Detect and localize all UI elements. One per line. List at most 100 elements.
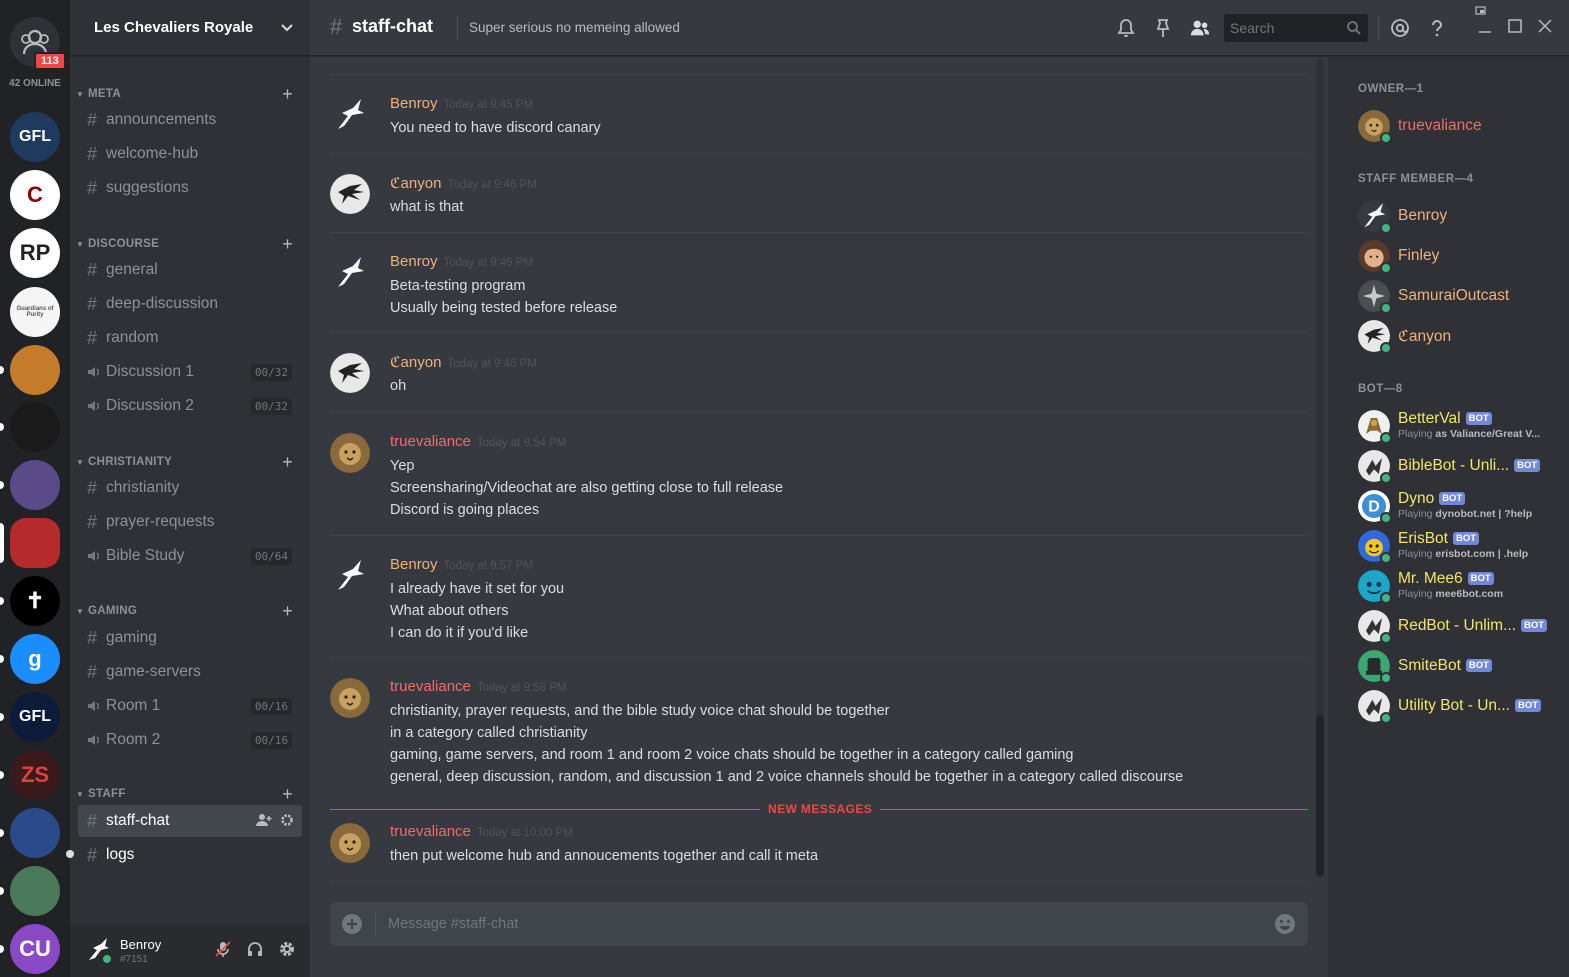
- channel-logs[interactable]: # logs: [66, 839, 302, 871]
- server-icon[interactable]: g: [10, 634, 60, 684]
- headphones-icon[interactable]: [246, 940, 264, 958]
- category-gaming[interactable]: ▼ GAMING +: [70, 601, 310, 621]
- member-item[interactable]: ErisBot BOT Playing erisbot.com | .help: [1358, 529, 1558, 564]
- create-channel-plus-icon[interactable]: +: [282, 452, 293, 473]
- member-list-icon[interactable]: [1189, 17, 1211, 39]
- bird-avatar[interactable]: [330, 95, 370, 135]
- member-item[interactable]: D Dyno BOT Playing dynobot.net | ?help: [1358, 489, 1558, 524]
- online-status-dot: [1380, 432, 1392, 444]
- mention-icon[interactable]: [1389, 17, 1411, 39]
- invite-user-icon[interactable]: [256, 813, 272, 830]
- channel-room-2[interactable]: Room 2 00/16: [78, 724, 302, 756]
- message-author[interactable]: truevaliance: [390, 678, 471, 695]
- channel-suggestions[interactable]: # suggestions: [78, 172, 302, 204]
- message-author[interactable]: ℭanyon: [390, 354, 441, 371]
- maximize-icon[interactable]: [1507, 18, 1523, 34]
- channel-christianity[interactable]: # christianity: [78, 472, 302, 504]
- member-item[interactable]: BibleBot - Unli... BOT: [1358, 449, 1558, 484]
- member-item[interactable]: RedBot - Unlim... BOT: [1358, 609, 1558, 644]
- pin-icon[interactable]: [1152, 17, 1174, 39]
- activity-prefix: Playing: [1398, 508, 1433, 520]
- server-icon[interactable]: CU: [10, 924, 60, 974]
- channel-prayer-requests[interactable]: # prayer-requests: [78, 506, 302, 538]
- channel-staff-chat[interactable]: # staff-chat: [78, 805, 302, 837]
- server-icon-label: ZS: [20, 762, 50, 787]
- message-author[interactable]: truevaliance: [390, 823, 471, 840]
- channel-gaming[interactable]: # gaming: [78, 622, 302, 654]
- message-author[interactable]: Benroy: [390, 253, 438, 270]
- create-channel-plus-icon[interactable]: +: [282, 234, 293, 255]
- member-item[interactable]: Finley: [1358, 239, 1558, 274]
- member-item[interactable]: Benroy: [1358, 199, 1558, 234]
- server-icon[interactable]: GFL: [10, 112, 60, 162]
- canyon-avatar[interactable]: [330, 353, 370, 393]
- channel-discussion-1[interactable]: Discussion 1 00/32: [78, 356, 302, 388]
- server-header[interactable]: Les Chevaliers Royale: [70, 0, 310, 56]
- server-icon[interactable]: C: [10, 170, 60, 220]
- member-item[interactable]: SmiteBot BOT: [1358, 649, 1558, 684]
- member-name: Finley: [1398, 247, 1440, 264]
- category-christianity[interactable]: ▼ CHRISTIANITY +: [70, 452, 310, 472]
- server-icon[interactable]: ZS: [10, 750, 60, 800]
- unread-server-indicator: [0, 771, 4, 779]
- channel-game-servers[interactable]: # game-servers: [78, 656, 302, 688]
- minimize-icon[interactable]: [1477, 18, 1493, 34]
- close-icon[interactable]: [1537, 18, 1553, 34]
- channel-settings-gear-icon[interactable]: [280, 813, 294, 830]
- member-item[interactable]: ℭanyon: [1358, 319, 1558, 354]
- server-icon[interactable]: GFL: [10, 692, 60, 742]
- lion-avatar[interactable]: [330, 433, 370, 473]
- canyon-avatar[interactable]: [330, 174, 370, 214]
- channel-random[interactable]: # random: [78, 322, 302, 354]
- server-icon[interactable]: [10, 402, 60, 452]
- server-icon[interactable]: [10, 866, 60, 916]
- message-author[interactable]: truevaliance: [390, 433, 471, 450]
- server-icon[interactable]: [10, 808, 60, 858]
- member-item[interactable]: truevaliance: [1358, 109, 1558, 144]
- bird-avatar[interactable]: [330, 253, 370, 293]
- channel-bible-study[interactable]: Bible Study 00/64: [78, 540, 302, 572]
- channel-name: staff-chat: [106, 812, 170, 829]
- bird-avatar[interactable]: [330, 556, 370, 596]
- notification-bell-icon[interactable]: [1115, 17, 1137, 39]
- settings-gear-icon[interactable]: [278, 940, 296, 958]
- member-name: SmiteBot: [1398, 657, 1461, 674]
- server-icon[interactable]: Guardians of Purity: [10, 287, 60, 337]
- server-icon[interactable]: [10, 518, 60, 568]
- lion-avatar[interactable]: [330, 678, 370, 718]
- update-icon[interactable]: [1475, 5, 1487, 17]
- channel-discussion-2[interactable]: Discussion 2 00/32: [78, 390, 302, 422]
- message-scrollbar-thumb[interactable]: [1316, 716, 1324, 876]
- create-channel-plus-icon[interactable]: +: [282, 784, 293, 805]
- create-channel-plus-icon[interactable]: +: [282, 601, 293, 622]
- member-item[interactable]: SamuraiOutcast: [1358, 279, 1558, 314]
- member-item[interactable]: BetterVal BOT Playing as Valiance/Great V.…: [1358, 409, 1558, 444]
- upload-plus-icon[interactable]: [342, 914, 362, 934]
- user-avatar[interactable]: [85, 936, 113, 965]
- channel-general[interactable]: # general: [78, 254, 302, 286]
- category-meta[interactable]: ▼ META +: [70, 84, 310, 104]
- message-input[interactable]: [388, 912, 1248, 936]
- create-channel-plus-icon[interactable]: +: [282, 84, 293, 105]
- channel-announcements[interactable]: # announcements: [78, 104, 302, 136]
- member-item[interactable]: Utility Bot - Un... BOT: [1358, 689, 1558, 724]
- search-input[interactable]: Search: [1224, 14, 1368, 42]
- mute-mic-icon[interactable]: [214, 940, 232, 958]
- channel-room-1[interactable]: Room 1 00/16: [78, 690, 302, 722]
- help-icon[interactable]: [1426, 17, 1448, 39]
- emoji-picker-icon[interactable]: [1274, 913, 1296, 935]
- message-author[interactable]: ℭanyon: [390, 175, 441, 192]
- message-author[interactable]: Benroy: [390, 556, 438, 573]
- server-icon[interactable]: [10, 460, 60, 510]
- category-staff[interactable]: ▼ STAFF +: [70, 784, 310, 804]
- member-item[interactable]: Mr. Mee6 BOT Playing mee6bot.com: [1358, 569, 1558, 604]
- category-discourse[interactable]: ▼ DISCOURSE +: [70, 234, 310, 254]
- server-icon[interactable]: [10, 345, 60, 395]
- channel-welcome-hub[interactable]: # welcome-hub: [78, 138, 302, 170]
- server-icon[interactable]: ✝: [10, 576, 60, 626]
- server-icon[interactable]: RP: [10, 228, 60, 278]
- lion-avatar[interactable]: [330, 823, 370, 863]
- message-author[interactable]: Benroy: [390, 95, 438, 112]
- channel-deep-discussion[interactable]: # deep-discussion: [78, 288, 302, 320]
- message-author-wrap: ℭanyon Today at 9:46 PM: [390, 353, 537, 371]
